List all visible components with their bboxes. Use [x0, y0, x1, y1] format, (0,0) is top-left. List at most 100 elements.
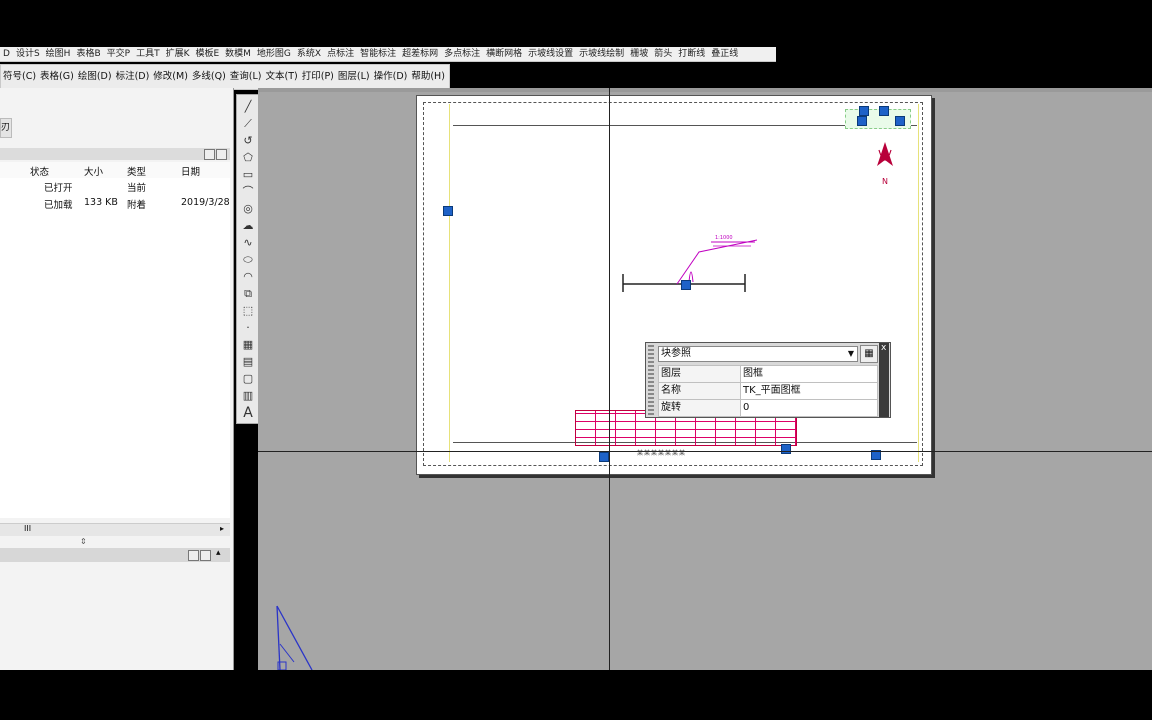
restore-icon[interactable] — [204, 149, 215, 160]
polygon-icon[interactable]: ⬠ — [240, 150, 256, 166]
menu-item-top[interactable]: 横断网格 — [483, 47, 525, 61]
property-row[interactable]: 图层 图框 — [658, 365, 878, 383]
item-type: 附着 — [127, 200, 147, 211]
preview-icon[interactable] — [188, 550, 199, 561]
chevron-down-icon[interactable]: ▼ — [848, 347, 854, 361]
menu-item-top[interactable]: 绘图H — [43, 47, 74, 61]
list-item[interactable]: 已加载 133 KB 附着 2019/3/28 — [0, 195, 230, 211]
scroll-right-icon[interactable]: ▸ — [220, 524, 224, 533]
circle-icon[interactable]: ◎ — [240, 201, 256, 217]
menu-item-top[interactable]: 平交P — [104, 47, 133, 61]
grip-handle[interactable] — [879, 106, 889, 116]
menu-item-top[interactable]: 超差标网 — [399, 47, 441, 61]
details-icon[interactable] — [200, 550, 211, 561]
menu-item[interactable]: 绘图(D) — [76, 65, 114, 89]
col-size[interactable]: 大小 — [84, 164, 103, 178]
ellipse-arc-icon[interactable]: ◠ — [240, 269, 256, 285]
menu-item[interactable]: 修改(M) — [151, 65, 190, 89]
property-row[interactable]: 旋转 0 — [658, 399, 878, 417]
table-icon[interactable]: ▥ — [240, 388, 256, 404]
polyline-icon[interactable]: ⟋ — [240, 116, 256, 132]
menu-item[interactable]: 标注(D) — [114, 65, 152, 89]
menu-item-top[interactable]: 模板E — [192, 47, 222, 61]
customize-icon[interactable]: ▦ — [860, 345, 878, 363]
col-type[interactable]: 类型 — [127, 164, 146, 178]
close-icon[interactable]: x — [881, 343, 886, 353]
menu-item[interactable]: 符号(C) — [1, 65, 38, 89]
menu-item-top[interactable]: 示坡线绘制 — [576, 47, 627, 61]
column-header: 状态 大小 类型 日期 — [0, 162, 230, 179]
menu-item-top[interactable]: 数模M — [222, 47, 254, 61]
cloud-icon[interactable]: ☁ — [240, 218, 256, 234]
menu-item[interactable]: 打印(P) — [300, 65, 336, 89]
menu-item-top[interactable]: 扩展K — [163, 47, 193, 61]
menu-item[interactable]: 文本(T) — [264, 65, 300, 89]
menu-item-top[interactable]: 打断线 — [675, 47, 708, 61]
menu-item-top[interactable]: 设计S — [13, 47, 43, 61]
quick-properties-panel[interactable]: 块参照 ▼ ▦ x 图层 图框 名称 TK_平面图框 旋转 0 — [645, 342, 891, 418]
panel-header-strip — [0, 148, 230, 160]
arc-tool-icon[interactable]: ⌒ — [240, 184, 256, 200]
menu-item-top[interactable]: 地形图G — [254, 47, 294, 61]
menu-item[interactable]: 图层(L) — [336, 65, 372, 89]
menu-item[interactable]: 多线(Q) — [190, 65, 228, 89]
object-type-select[interactable]: 块参照 ▼ — [658, 346, 858, 362]
drawing-canvas[interactable]: N 1:1000 某某某某某某某 块参照 ▼ ▦ x 图层 图框 名称 TK_平… — [258, 88, 1152, 670]
menu-item[interactable]: 查询(L) — [228, 65, 264, 89]
rectangle-icon[interactable]: ▭ — [240, 167, 256, 183]
menu-item-top[interactable]: 智能标注 — [357, 47, 399, 61]
property-row[interactable]: 名称 TK_平面图框 — [658, 382, 878, 400]
menu-item-top[interactable]: 表格B — [73, 47, 103, 61]
horizontal-scrollbar[interactable]: III ▸ — [0, 523, 230, 536]
menu-item-top[interactable]: D — [0, 47, 13, 61]
hatch-icon[interactable]: ▦ — [240, 337, 256, 353]
point-icon[interactable]: · — [240, 320, 256, 336]
grip-handle[interactable] — [859, 106, 869, 116]
make-block-icon[interactable]: ⬚ — [240, 303, 256, 319]
arc-icon[interactable]: ↺ — [240, 133, 256, 149]
svg-text:N: N — [882, 177, 888, 186]
grip-handle[interactable] — [857, 116, 867, 126]
ellipse-icon[interactable]: ⬭ — [240, 252, 256, 268]
splitter-icon[interactable]: ⇕ — [80, 537, 87, 546]
triangle-shape[interactable] — [272, 604, 332, 670]
col-status[interactable]: 状态 — [30, 164, 49, 178]
gradient-icon[interactable]: ▤ — [240, 354, 256, 370]
scroll-grip[interactable]: III — [24, 524, 31, 533]
panel-grip[interactable] — [648, 345, 654, 415]
menu-item-top[interactable]: 点标注 — [324, 47, 357, 61]
menu-item[interactable]: 操作(D) — [372, 65, 410, 89]
property-value[interactable]: 图框 — [740, 365, 878, 383]
menu-item-top[interactable]: 系统X — [294, 47, 324, 61]
menu-item-top[interactable]: 叠正线 — [708, 47, 741, 61]
grip-handle[interactable] — [443, 206, 453, 216]
panel-toolbar-button[interactable]: 刃 — [0, 118, 12, 138]
menu-item-top[interactable]: 多点标注 — [441, 47, 483, 61]
property-key: 图层 — [658, 365, 742, 383]
item-status: 已打开 — [44, 183, 73, 194]
menu-item-top[interactable]: 箭头 — [651, 47, 675, 61]
grip-handle[interactable] — [895, 116, 905, 126]
main-menubar: 符号(C) 表格(G) 绘图(D) 标注(D) 修改(M) 多线(Q) 查询(L) 文本(T)… — [0, 64, 450, 90]
grip-handle[interactable] — [781, 444, 791, 454]
menu-item[interactable]: 帮助(H) — [409, 65, 447, 89]
menu-item-top[interactable]: 工具T — [133, 47, 163, 61]
region-icon[interactable]: ▢ — [240, 371, 256, 387]
drawing-sheet[interactable]: N 1:1000 某某某某某某某 — [416, 95, 932, 475]
grip-handle[interactable] — [599, 452, 609, 462]
list-item[interactable]: 已打开 当前 — [0, 178, 230, 194]
property-value[interactable]: 0 — [740, 399, 878, 417]
spline-icon[interactable]: ∿ — [240, 235, 256, 251]
crosshair-vertical — [609, 88, 610, 670]
collapse-icon[interactable]: ▴ — [216, 548, 221, 558]
dock-icon[interactable] — [216, 149, 227, 160]
menu-item-top[interactable]: 示坡线设置 — [525, 47, 576, 61]
menu-item-top[interactable]: 栅坡 — [627, 47, 651, 61]
line-icon[interactable]: ╱ — [240, 99, 256, 115]
insert-block-icon[interactable]: ⧉ — [240, 286, 256, 302]
menu-item[interactable]: 表格(G) — [38, 65, 76, 89]
text-icon[interactable]: A — [240, 405, 256, 421]
grip-handle[interactable] — [681, 280, 691, 290]
property-value[interactable]: TK_平面图框 — [740, 382, 878, 400]
col-date[interactable]: 日期 — [181, 164, 200, 178]
